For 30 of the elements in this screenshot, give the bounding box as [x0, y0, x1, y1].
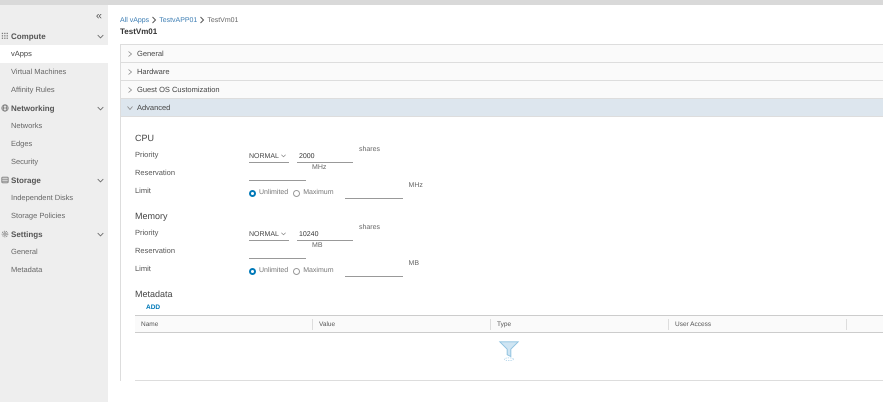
section-header[interactable]: Settings — [11, 230, 97, 238]
section-title: CPU — [135, 133, 156, 143]
section-header[interactable]: Storage — [11, 176, 97, 184]
radio-button[interactable] — [293, 190, 300, 197]
section-header[interactable]: Compute — [11, 32, 97, 40]
chevron-icon — [127, 50, 133, 56]
radio-button[interactable] — [249, 268, 256, 275]
chevron-icon[interactable] — [97, 34, 104, 38]
chevron-icon[interactable] — [97, 178, 104, 182]
settings-icon — [1, 230, 9, 238]
caret-icon — [280, 232, 286, 236]
page-title: TestVm01 — [120, 27, 158, 36]
section-header[interactable]: Networking — [11, 104, 97, 112]
radio-button[interactable] — [293, 268, 300, 275]
chevron-icon — [151, 16, 158, 24]
globe-icon — [1, 104, 9, 112]
collapse-button[interactable]: « — [94, 10, 104, 22]
chevron-icon — [199, 16, 206, 24]
filter-icon — [498, 339, 520, 363]
section-title: Metadata — [135, 289, 174, 299]
grid-icon — [1, 32, 9, 40]
chevron-icon — [127, 86, 133, 92]
caret-icon — [280, 154, 286, 158]
section-title: Memory — [135, 211, 169, 221]
chevron-icon[interactable] — [97, 232, 104, 236]
chevron-icon[interactable] — [97, 106, 104, 110]
chevron-icon — [127, 104, 133, 110]
database-icon — [1, 176, 9, 184]
radio-button[interactable] — [249, 190, 256, 197]
chevron-icon — [127, 68, 133, 74]
